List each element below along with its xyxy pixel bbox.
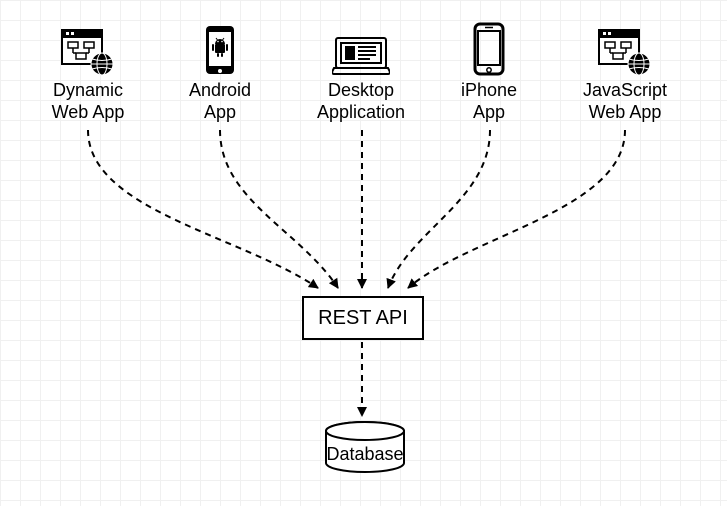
client-android-app: Android App: [170, 22, 270, 123]
client-dynamic-label: Dynamic Web App: [28, 80, 148, 123]
client-dynamic-web-app: Dynamic Web App: [28, 22, 148, 123]
client-desktop-label: Desktop Application: [296, 80, 426, 123]
client-iphone-label: iPhone App: [444, 80, 534, 123]
database-node: Database: [320, 420, 410, 481]
client-desktop-app: Desktop Application: [296, 22, 426, 123]
android-icon: [170, 22, 270, 76]
client-js-label: JavaScript Web App: [560, 80, 690, 123]
client-iphone-app: iPhone App: [444, 22, 534, 123]
client-js-web-app: JavaScript Web App: [560, 22, 690, 123]
client-android-label: Android App: [170, 80, 270, 123]
rest-api-label: REST API: [318, 307, 408, 330]
iphone-icon: [444, 22, 534, 76]
rest-api-node: REST API: [302, 296, 424, 340]
database-label: Database: [320, 444, 410, 465]
desktop-icon: [296, 22, 426, 76]
web-app-icon: [560, 22, 690, 76]
web-app-icon: [28, 22, 148, 76]
